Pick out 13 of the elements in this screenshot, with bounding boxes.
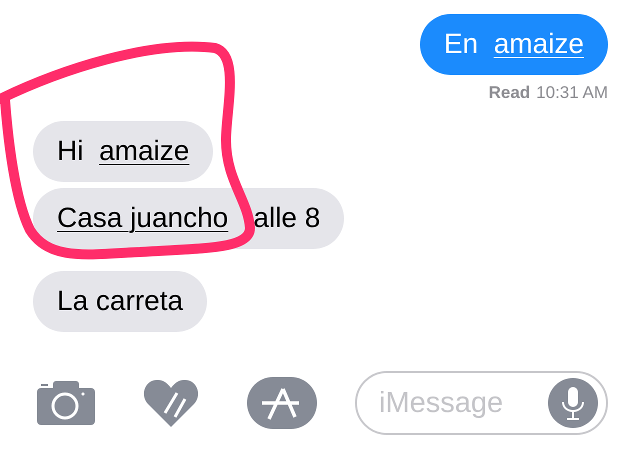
app-store-icon[interactable] (247, 377, 317, 429)
camera-icon[interactable] (37, 381, 95, 425)
message-text: En (444, 28, 480, 59)
message-text: Hi (57, 135, 84, 166)
read-time: 10:31 AM (536, 83, 608, 103)
message-link[interactable]: amaize (99, 135, 190, 166)
input-placeholder: iMessage (379, 386, 504, 420)
message-link[interactable]: Casa juancho (57, 202, 228, 233)
message-text: La carreta (57, 285, 184, 316)
microphone-icon[interactable] (548, 378, 598, 428)
message-text: alle 8 (253, 202, 320, 233)
read-label: Read (488, 83, 530, 103)
heart-icon[interactable] (143, 379, 199, 427)
